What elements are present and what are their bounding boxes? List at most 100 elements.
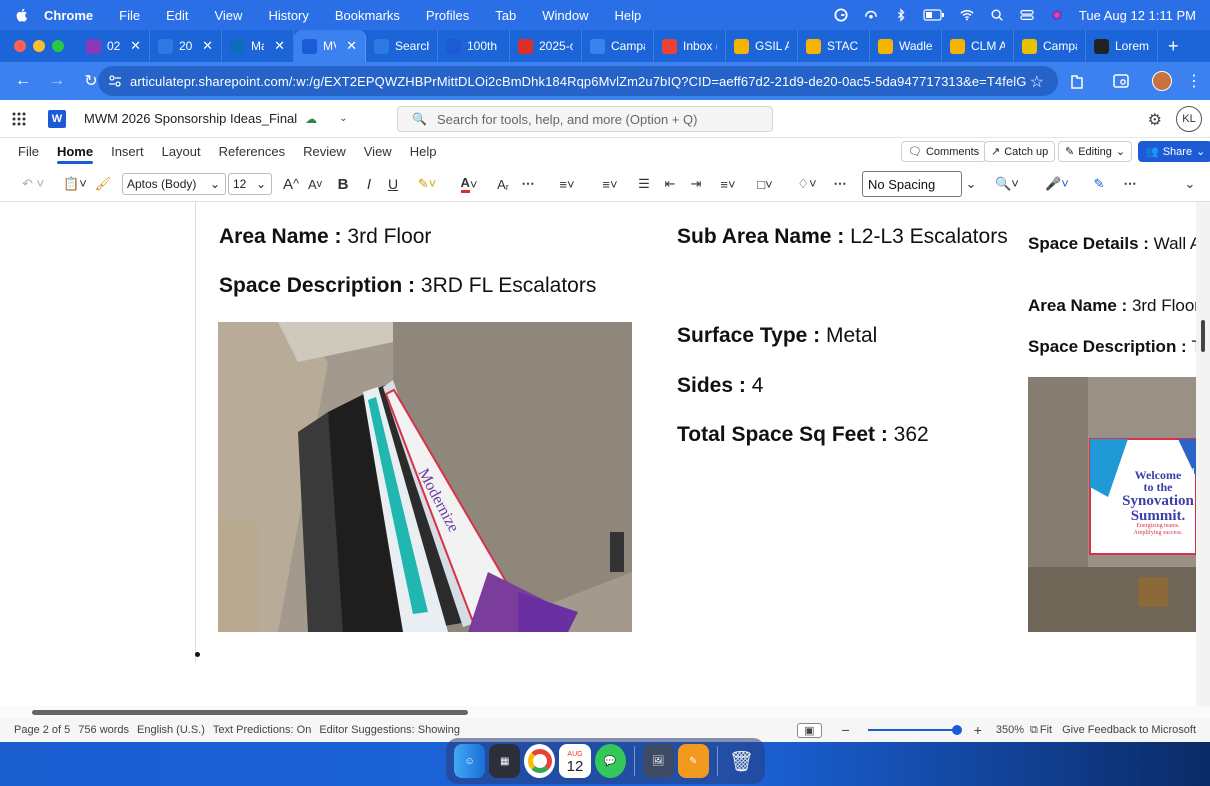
tab-layout[interactable]: Layout [162,138,201,166]
menu-view[interactable]: View [201,8,255,23]
shading-icon[interactable]: ♢˅ [790,166,824,202]
bullets-icon[interactable]: ≡˅ [552,166,582,202]
address-bar[interactable]: articulatepr.sharepoint.com/:w:/g/EXT2EP… [98,66,1058,96]
highlight-icon[interactable]: ✎˅ [410,166,444,202]
browser-tab[interactable]: Campa [582,30,654,62]
url-text[interactable]: articulatepr.sharepoint.com/:w:/g/EXT2EP… [130,74,1027,89]
word-logo-icon[interactable]: W [48,109,66,128]
italic-icon[interactable]: I [360,166,378,202]
messages-icon[interactable]: 💬 [594,744,626,778]
close-tab-icon[interactable]: ✕ [130,38,141,54]
editor-suggestions[interactable]: Editor Suggestions: Showing [319,724,460,736]
siri-icon[interactable] [1049,8,1065,22]
horizontal-scroll-thumb[interactable] [32,710,468,715]
pages-icon[interactable]: ✎ [677,744,709,778]
close-tab-icon[interactable]: ✕ [274,38,285,54]
format-painter-icon[interactable]: 🖌 [94,166,112,202]
menu-edit[interactable]: Edit [153,8,201,23]
grow-font-icon[interactable]: A ^ [282,166,300,202]
search-box[interactable]: 🔍 Search for tools, help, and more (Opti… [397,106,773,132]
borders-icon[interactable]: □˅ [748,166,782,202]
cloud-saved-icon[interactable]: ☁ [305,112,317,126]
view-mode-icon[interactable]: ▣ [797,722,822,738]
browser-tab[interactable]: STAC A [798,30,870,62]
tab-file[interactable]: File [18,138,39,166]
spotlight-search-icon[interactable] [989,8,1005,22]
title-chevron-down-icon[interactable]: ⌄ [339,113,347,124]
preview-icon[interactable]: 🖼 [642,744,674,778]
tab-help[interactable]: Help [410,138,437,166]
menu-file[interactable]: File [106,8,153,23]
tab-references[interactable]: References [219,138,285,166]
style-chevron-icon[interactable]: ⌄ [962,166,980,202]
dictate-icon[interactable]: 🎤˅ [1040,166,1074,202]
site-info-icon[interactable] [108,74,122,88]
editor-icon[interactable]: ✎ [1088,166,1110,202]
zoom-window-button[interactable] [52,40,64,52]
find-icon[interactable]: 🔍˅ [990,166,1024,202]
back-arrow-icon[interactable]: ← [12,72,34,90]
tab-insert[interactable]: Insert [111,138,144,166]
menu-bookmarks[interactable]: Bookmarks [322,8,413,23]
bluetooth-icon[interactable] [893,8,909,22]
control-center-icon[interactable] [1019,8,1035,22]
catch-up-button[interactable]: ↗ Catch up [984,141,1056,162]
underline-icon[interactable]: U [384,166,402,202]
zoom-out-icon[interactable]: − [842,722,850,738]
bold-icon[interactable]: B [334,166,352,202]
wall-sign-photo[interactable]: Welcome to the Synovation Summit. Energi… [1028,377,1196,632]
browser-tab[interactable]: Ma ✕ [222,30,294,62]
more-paragraph-options-icon[interactable]: ⋯ [830,166,850,202]
undo-icon[interactable]: ↶ ˅ [16,166,50,202]
browser-tab[interactable]: Lorem I [1086,30,1158,62]
tab-review[interactable]: Review [303,138,346,166]
text-effects-icon[interactable]: Aᵣ [492,166,514,202]
wifi-icon[interactable] [959,8,975,22]
battery-icon[interactable] [923,8,945,22]
checklist-icon[interactable]: ☰ [634,166,654,202]
vpn-icon[interactable] [863,8,879,22]
new-tab-button[interactable]: + [1168,36,1179,57]
zoom-slider[interactable] [867,725,962,735]
shrink-font-icon[interactable]: Av [306,166,324,202]
calendar-icon[interactable]: AUG 12 [559,744,591,778]
search-placeholder[interactable]: Search for tools, help, and more (Option… [437,112,698,127]
language[interactable]: English (U.S.) [137,724,205,736]
chrome-icon[interactable] [524,744,556,778]
user-avatar[interactable]: KL [1176,106,1202,132]
trash-icon[interactable]: 🗑 [726,744,757,778]
profile-avatar[interactable] [1152,62,1172,100]
document-title[interactable]: MWM 2026 Sponsorship Ideas_Final [84,111,297,126]
browser-tab[interactable]: CLM AI [942,30,1014,62]
style-select[interactable]: No Spacing [862,171,962,197]
fit-label[interactable]: Fit [1040,724,1052,736]
browser-tab[interactable]: MV ✕ [294,30,366,62]
menu-help[interactable]: Help [602,8,655,23]
escalator-photo[interactable]: Modernize [218,322,632,632]
text-predictions[interactable]: Text Predictions: On [213,724,311,736]
more-options-icon[interactable]: ⋯ [1120,166,1140,202]
comments-button[interactable]: 🗨 Comments [901,141,987,162]
browser-tab[interactable]: Campa [1014,30,1086,62]
font-color-icon[interactable]: A ˅ [452,166,486,202]
more-font-options-icon[interactable]: ⋯ [518,166,538,202]
launchpad-icon[interactable]: ▦ [489,744,521,778]
decrease-indent-icon[interactable]: ⇤ [660,166,680,202]
increase-indent-icon[interactable]: ⇥ [686,166,706,202]
menu-profiles[interactable]: Profiles [413,8,482,23]
tab-view[interactable]: View [364,138,392,166]
zoom-level[interactable]: 350% [996,724,1024,736]
browser-tab[interactable]: 100th N [438,30,510,62]
browser-tab[interactable]: 02: ✕ [78,30,150,62]
browser-tab[interactable]: 202 ✕ [150,30,222,62]
browser-tab[interactable]: Wadleig [870,30,942,62]
forward-arrow-icon[interactable]: → [46,72,68,90]
collapse-ribbon-icon[interactable]: ⌄ [1180,166,1200,202]
extensions-icon[interactable] [1068,62,1086,100]
browser-tab[interactable]: 2025-c [510,30,582,62]
menubar-datetime[interactable]: Tue Aug 12 1:11 PM [1079,8,1196,23]
close-tab-icon[interactable]: ✕ [202,38,213,54]
browser-tab[interactable]: Search [366,30,438,62]
menu-history[interactable]: History [255,8,321,23]
apple-icon[interactable] [14,7,30,23]
